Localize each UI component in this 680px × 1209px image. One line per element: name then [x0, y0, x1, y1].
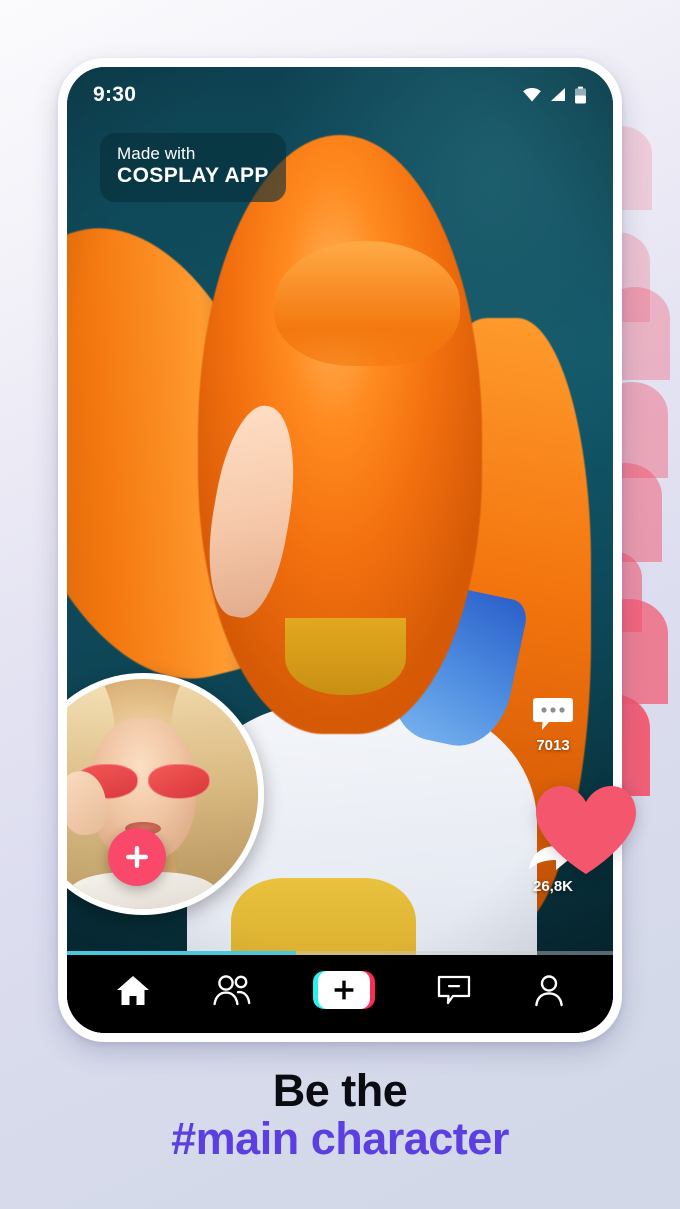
inbox-icon — [437, 975, 470, 1005]
like-heart-overlay[interactable] — [534, 784, 638, 876]
nav-item-inbox[interactable] — [436, 974, 472, 1006]
comment-bubble-icon — [533, 698, 573, 730]
nav-item-profile[interactable] — [533, 974, 565, 1007]
phone-mockup-frame: 9:30 Made with COSPLAY APP 7013 26,8K — [58, 58, 622, 1042]
cellular-signal-icon — [551, 88, 565, 101]
plus-icon — [334, 980, 354, 1000]
headline-block: Be the #main character — [0, 1065, 680, 1164]
headline-line-2: #main character — [171, 1112, 509, 1164]
share-count: 26,8K — [532, 878, 574, 895]
status-bar: 9:30 — [67, 67, 613, 123]
comment-count: 7013 — [536, 737, 570, 754]
comment-action[interactable]: 7013 — [532, 695, 574, 754]
watermark-label-app: COSPLAY APP — [117, 164, 269, 188]
nav-item-home[interactable] — [115, 974, 151, 1007]
add-avatar-button[interactable] — [108, 828, 166, 886]
watermark-label-top: Made with — [117, 144, 196, 163]
status-bar-icons — [522, 86, 587, 104]
bottom-navigation — [67, 955, 613, 1033]
home-icon — [117, 975, 150, 1005]
friends-icon — [213, 975, 251, 1006]
headline-line-1: Be the — [272, 1065, 408, 1116]
nav-item-create[interactable] — [312, 971, 375, 1009]
battery-icon — [575, 86, 586, 104]
nav-item-friends[interactable] — [212, 974, 252, 1006]
made-with-watermark: Made with COSPLAY APP — [100, 133, 286, 202]
create-button-face — [317, 971, 370, 1009]
wifi-icon — [523, 88, 541, 102]
person-icon — [534, 974, 563, 1006]
phone-screen: 9:30 Made with COSPLAY APP 7013 26,8K — [67, 67, 613, 1033]
creator-avatar[interactable] — [67, 673, 264, 915]
avatar-lens-right — [148, 764, 210, 799]
plus-icon — [126, 846, 148, 868]
status-bar-time: 9:30 — [93, 83, 137, 106]
